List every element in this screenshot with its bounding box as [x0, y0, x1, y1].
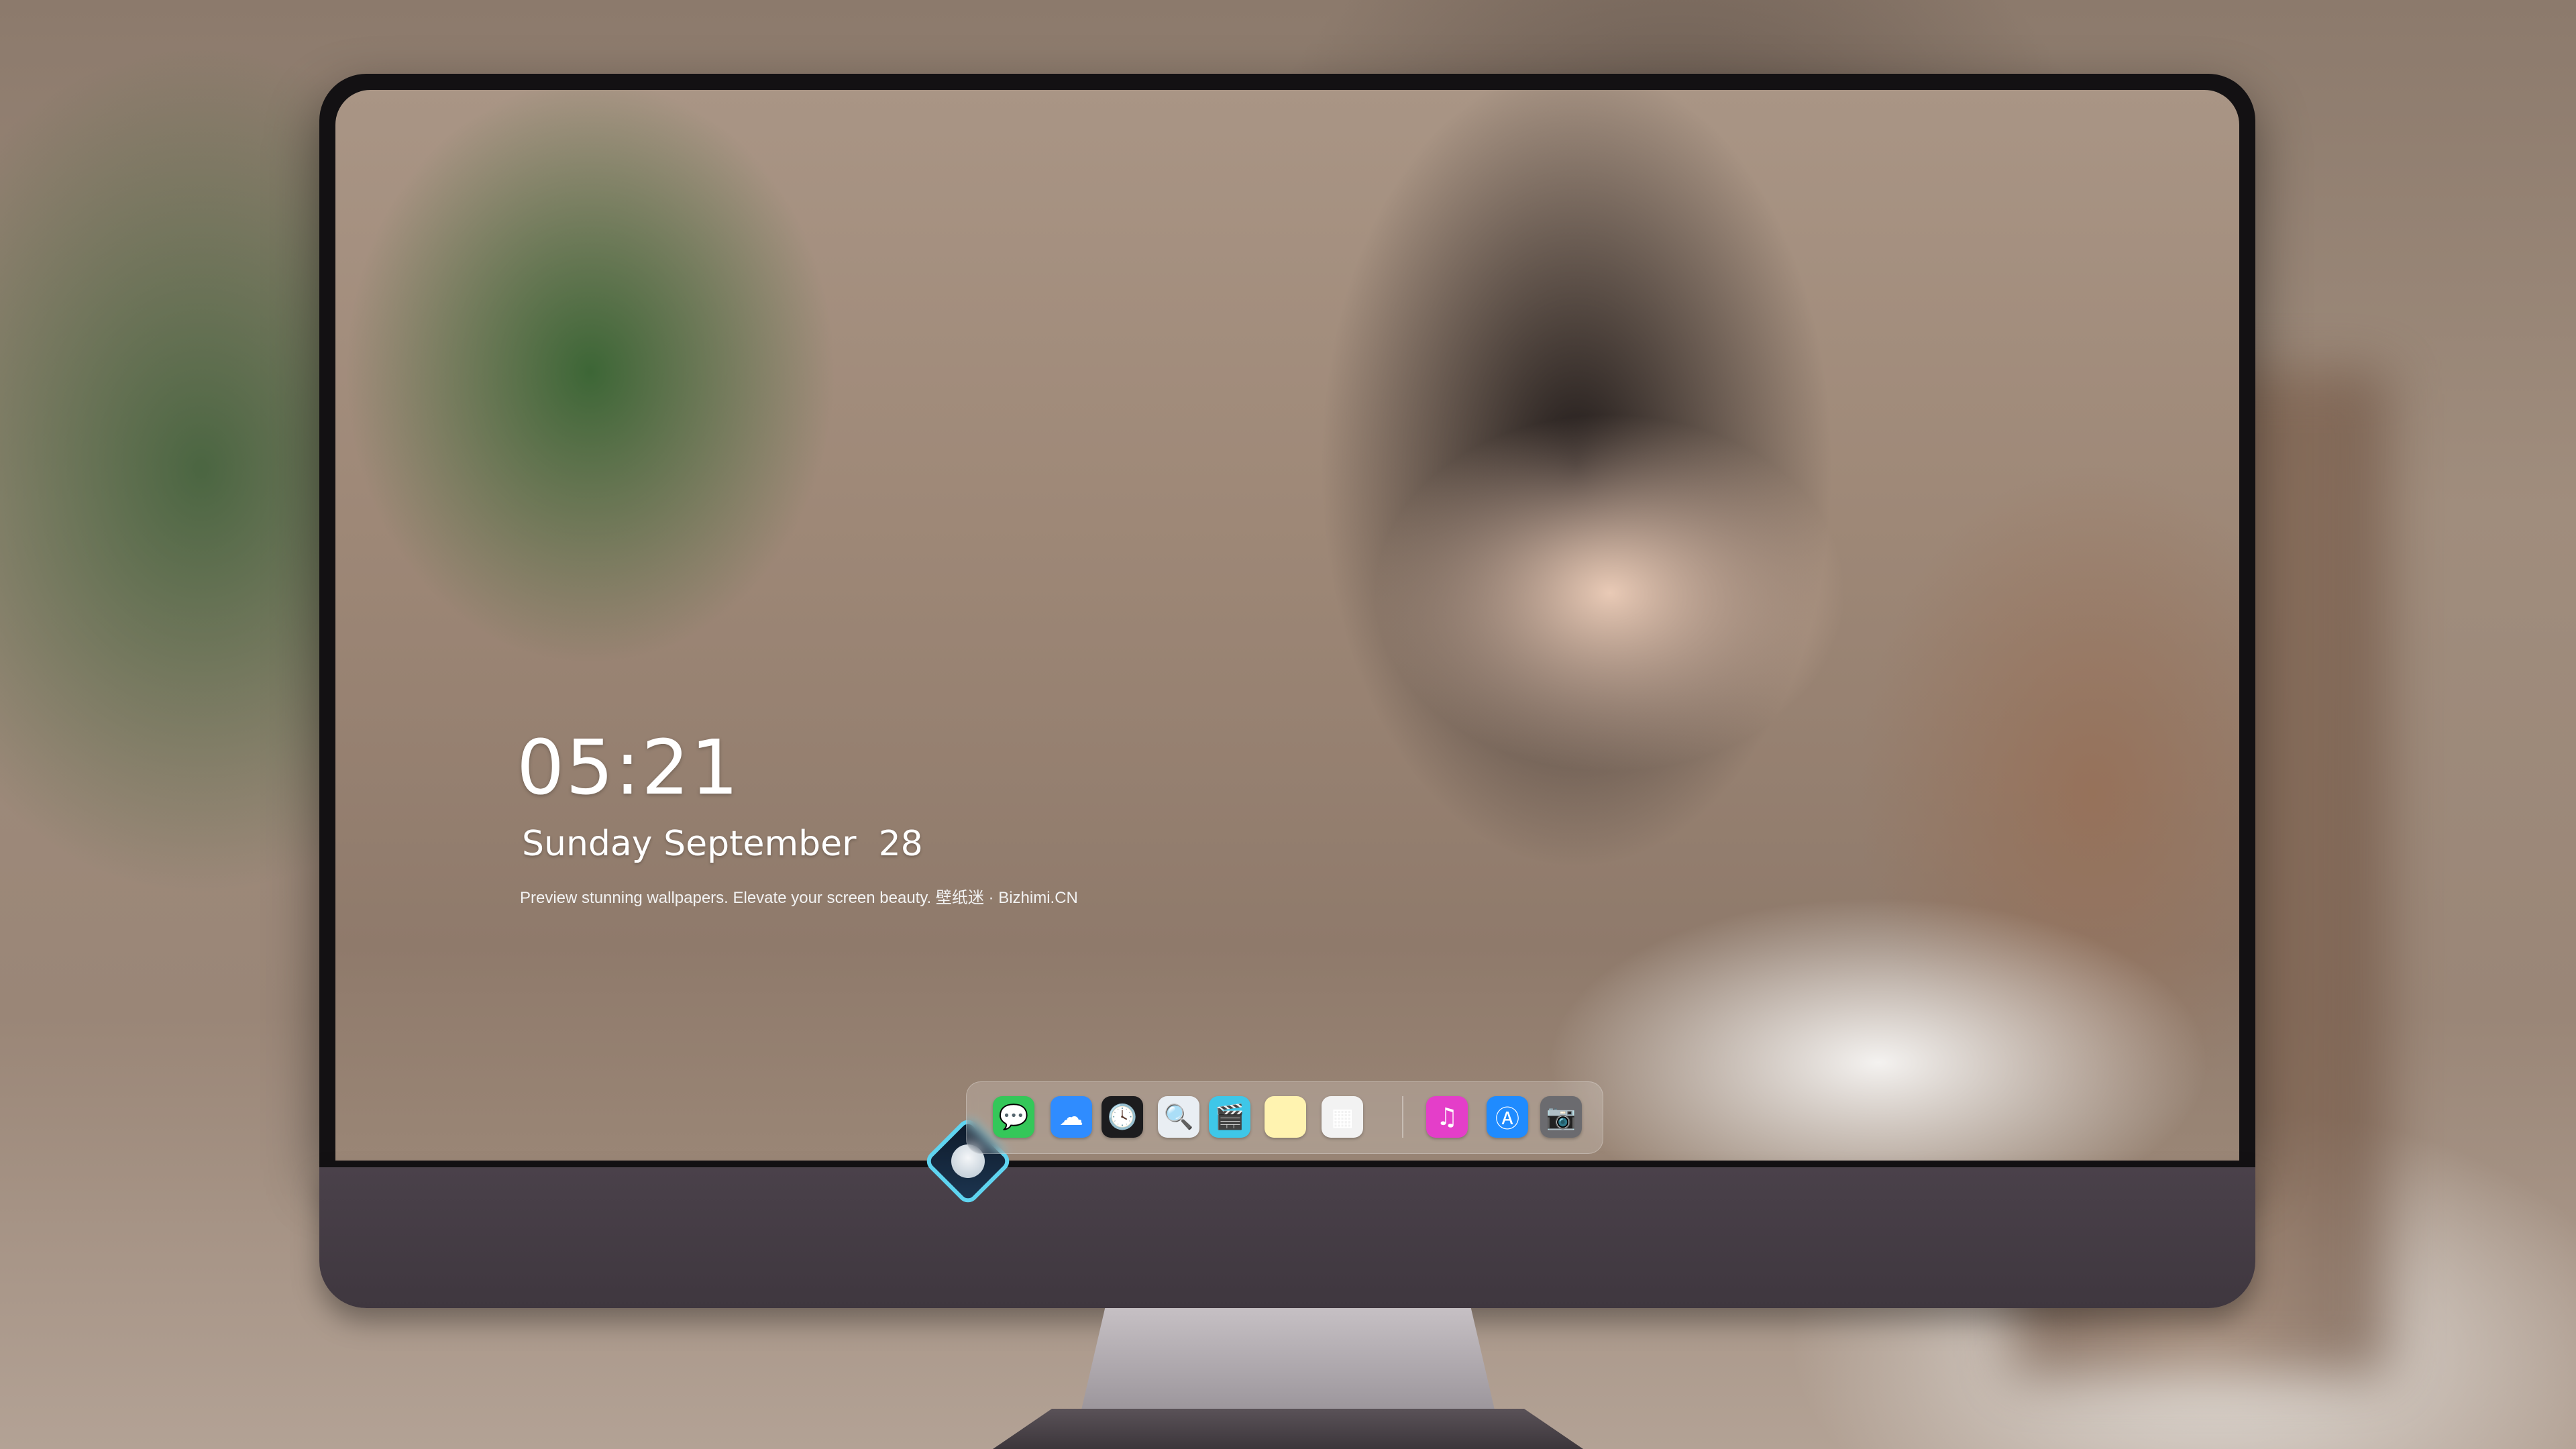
messages-icon[interactable]: 💬: [993, 1096, 1034, 1138]
monitor-stand-neck: [1080, 1308, 1496, 1415]
videos-icon[interactable]: 🎬: [1209, 1096, 1250, 1138]
monitor-chin: [319, 1167, 2255, 1308]
weather-icon[interactable]: ☁: [1051, 1096, 1092, 1138]
app-store-icon[interactable]: Ⓐ: [1487, 1096, 1528, 1138]
monitor-stand-base: [993, 1409, 1583, 1449]
clock-icon[interactable]: 🕓: [1102, 1096, 1143, 1138]
lock-tagline: Preview stunning wallpapers. Elevate you…: [520, 889, 1078, 907]
lock-date: Sunday September 28: [522, 824, 923, 864]
music-icon[interactable]: ♫: [1426, 1096, 1468, 1138]
wallpaper-screen: [335, 90, 2239, 1161]
camera-icon[interactable]: 📷: [1540, 1096, 1582, 1138]
lock-clock: 05:21: [517, 724, 740, 812]
notes-icon[interactable]: [1265, 1096, 1306, 1138]
dock-separator: [1402, 1096, 1403, 1138]
photos-icon[interactable]: ▦: [1322, 1096, 1363, 1138]
monitor-bezel: [319, 74, 2255, 1167]
desktop-scene: 05:21 Sunday September 28 Preview stunni…: [0, 0, 2576, 1449]
preview-icon[interactable]: 🔍: [1158, 1096, 1199, 1138]
